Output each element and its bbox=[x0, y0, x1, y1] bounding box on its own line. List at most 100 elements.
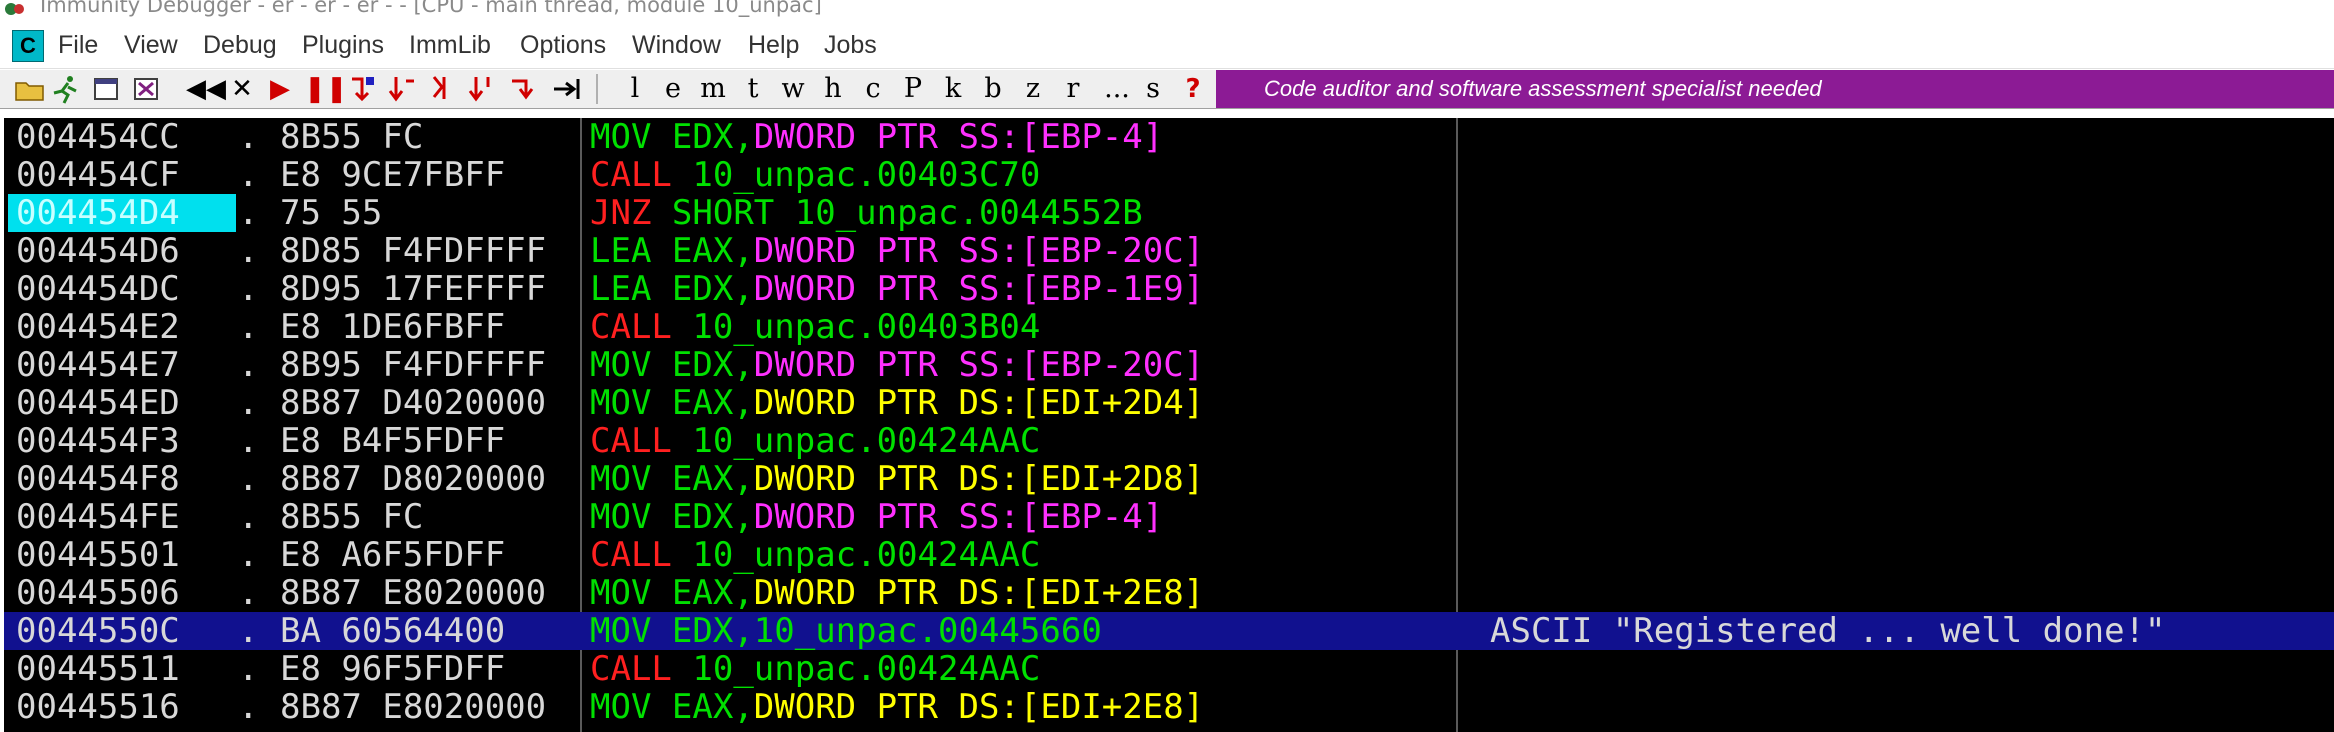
module-grid-icon[interactable] bbox=[130, 73, 162, 105]
help-icon[interactable]: ? bbox=[1180, 73, 1206, 105]
instruction-hex[interactable]: 8B87 D4020000 bbox=[280, 384, 546, 422]
instruction-disassembly[interactable]: CALL 10_unpac.00403C70 bbox=[590, 156, 1040, 194]
rewind-icon[interactable]: ◀◀ bbox=[186, 73, 226, 105]
disasm-row[interactable]: 0044550C. BA 60564400 MOV EDX,10_unpac.004… bbox=[4, 612, 2334, 650]
disasm-row[interactable]: 00445506. 8B87 E8020000 MOV EAX,DWORD PTR … bbox=[4, 574, 2334, 612]
disasm-row[interactable]: 00445501. E8 A6F5FDFF CALL 10_unpac.00424A… bbox=[4, 536, 2334, 574]
disasm-row[interactable]: 004454FE. 8B55 FC MOV EDX,DWORD PTR SS:[EB… bbox=[4, 498, 2334, 536]
instruction-hex[interactable]: 75 55 bbox=[280, 194, 382, 232]
disasm-row[interactable]: 004454F8. 8B87 D8020000 MOV EAX,DWORD PTR … bbox=[4, 460, 2334, 498]
instruction-address[interactable]: 004454DC bbox=[12, 270, 238, 308]
instruction-hex[interactable]: BA 60564400 bbox=[280, 612, 505, 650]
instruction-address[interactable]: 004454F3 bbox=[12, 422, 238, 460]
instruction-disassembly[interactable]: MOV EAX,DWORD PTR DS:[EDI+2E8] bbox=[590, 574, 1204, 612]
instruction-hex[interactable]: E8 A6F5FDFF bbox=[280, 536, 505, 574]
instruction-address[interactable]: 00445511 bbox=[12, 650, 238, 688]
disasm-row[interactable]: 004454CF. E8 9CE7FBFF CALL 10_unpac.00403C… bbox=[4, 156, 2334, 194]
toolbar-z-button[interactable]: z bbox=[1020, 73, 1046, 105]
menu-jobs[interactable]: Jobs bbox=[824, 31, 877, 60]
disasm-row[interactable]: 00445516. 8B87 E8020000 MOV EAX,DWORD PTR … bbox=[4, 688, 2334, 726]
toolbar-run-trace-button[interactable]: ... bbox=[1092, 73, 1142, 105]
instruction-disassembly[interactable]: CALL 10_unpac.00424AAC bbox=[590, 536, 1040, 574]
instruction-address[interactable]: 004454ED bbox=[12, 384, 238, 422]
close-icon[interactable]: ✕ bbox=[228, 73, 256, 105]
instruction-hex[interactable]: E8 1DE6FBFF bbox=[280, 308, 505, 346]
trace-over-icon[interactable] bbox=[466, 73, 498, 105]
menu-plugins[interactable]: Plugins bbox=[302, 31, 384, 60]
menu-file[interactable]: File bbox=[58, 31, 98, 60]
instruction-disassembly[interactable]: CALL 10_unpac.00403B04 bbox=[590, 308, 1040, 346]
instruction-hex[interactable]: 8B95 F4FDFFFF bbox=[280, 346, 546, 384]
instruction-disassembly[interactable]: LEA EDX,DWORD PTR SS:[EBP-1E9] bbox=[590, 270, 1204, 308]
toolbar-patches-button[interactable]: P bbox=[900, 73, 926, 105]
instruction-hex[interactable]: 8D95 17FEFFFF bbox=[280, 270, 546, 308]
disasm-row[interactable]: 004454D4. 75 55 JNZ SHORT 10_unpac.0044552… bbox=[4, 194, 2334, 232]
cpu-window-icon[interactable]: C bbox=[12, 30, 44, 62]
instruction-address[interactable]: 004454CF bbox=[12, 156, 238, 194]
disasm-row[interactable]: 004454F3. E8 B4F5FDFF CALL 10_unpac.00424A… bbox=[4, 422, 2334, 460]
menu-immlib[interactable]: ImmLib bbox=[409, 31, 491, 60]
instruction-address[interactable]: 004454E7 bbox=[12, 346, 238, 384]
instruction-address[interactable]: 00445506 bbox=[12, 574, 238, 612]
menu-options[interactable]: Options bbox=[520, 31, 606, 60]
instruction-address[interactable]: 004454F8 bbox=[12, 460, 238, 498]
disasm-row[interactable]: 004454E2. E8 1DE6FBFF CALL 10_unpac.00403B… bbox=[4, 308, 2334, 346]
toolbar-memory-button[interactable]: m bbox=[700, 73, 726, 105]
instruction-hex[interactable]: 8B87 E8020000 bbox=[280, 574, 546, 612]
instruction-disassembly[interactable]: MOV EAX,DWORD PTR DS:[EDI+2E8] bbox=[590, 688, 1204, 726]
menu-view[interactable]: View bbox=[124, 31, 178, 60]
toolbar-source-button[interactable]: s bbox=[1140, 73, 1166, 105]
goto-icon[interactable] bbox=[550, 73, 584, 105]
instruction-address[interactable]: 004454FE bbox=[12, 498, 238, 536]
close-window-icon[interactable] bbox=[90, 73, 122, 105]
toolbar-threads-button[interactable]: t bbox=[740, 73, 766, 105]
execute-till-return-icon[interactable] bbox=[506, 73, 538, 105]
menu-help[interactable]: Help bbox=[748, 31, 799, 60]
instruction-disassembly[interactable]: LEA EAX,DWORD PTR SS:[EBP-20C] bbox=[590, 232, 1204, 270]
instruction-hex[interactable]: 8B87 E8020000 bbox=[280, 688, 546, 726]
instruction-disassembly[interactable]: MOV EDX,DWORD PTR SS:[EBP-20C] bbox=[590, 346, 1204, 384]
disasm-row[interactable]: 00445511. E8 96F5FDFF CALL 10_unpac.00424A… bbox=[4, 650, 2334, 688]
instruction-address[interactable]: 00445501 bbox=[12, 536, 238, 574]
menu-window[interactable]: Window bbox=[632, 31, 721, 60]
instruction-hex[interactable]: E8 9CE7FBFF bbox=[280, 156, 505, 194]
restart-icon[interactable] bbox=[50, 73, 82, 105]
disasm-row[interactable]: 004454D6. 8D85 F4FDFFFF LEA EAX,DWORD PTR … bbox=[4, 232, 2334, 270]
instruction-disassembly[interactable]: MOV EDX,10_unpac.00445660 bbox=[590, 612, 1102, 650]
ad-banner[interactable]: Code auditor and software assessment spe… bbox=[1216, 70, 2334, 108]
instruction-disassembly[interactable]: JNZ SHORT 10_unpac.0044552B bbox=[590, 194, 1143, 232]
instruction-disassembly[interactable]: CALL 10_unpac.00424AAC bbox=[590, 650, 1040, 688]
instruction-address[interactable]: 00445516 bbox=[12, 688, 238, 726]
toolbar-handles-button[interactable]: h bbox=[820, 73, 846, 105]
toolbar-breakpoints-button[interactable]: b bbox=[980, 73, 1006, 105]
instruction-disassembly[interactable]: MOV EAX,DWORD PTR DS:[EDI+2D4] bbox=[590, 384, 1204, 422]
instruction-address[interactable]: 004454E2 bbox=[12, 308, 238, 346]
eip-address[interactable]: 004454D4 bbox=[8, 194, 236, 232]
toolbar-cpu-button[interactable]: c bbox=[860, 73, 886, 105]
disasm-row[interactable]: 004454DC. 8D95 17FEFFFF LEA EDX,DWORD PTR … bbox=[4, 270, 2334, 308]
instruction-address[interactable]: 004454CC bbox=[12, 118, 238, 156]
disasm-row[interactable]: 004454E7. 8B95 F4FDFFFF MOV EDX,DWORD PTR … bbox=[4, 346, 2334, 384]
disasm-row[interactable]: 004454CC. 8B55 FC MOV EDX,DWORD PTR SS:[EB… bbox=[4, 118, 2334, 156]
instruction-hex[interactable]: E8 B4F5FDFF bbox=[280, 422, 505, 460]
toolbar-windows-button[interactable]: w bbox=[780, 73, 806, 105]
toolbar-call-stack-button[interactable]: k bbox=[940, 73, 966, 105]
instruction-hex[interactable]: 8B87 D8020000 bbox=[280, 460, 546, 498]
instruction-hex[interactable]: 8B55 FC bbox=[280, 118, 423, 156]
open-folder-icon[interactable] bbox=[14, 73, 46, 105]
step-into-icon[interactable] bbox=[346, 73, 378, 105]
instruction-hex[interactable]: 8D85 F4FDFFFF bbox=[280, 232, 546, 270]
disasm-row[interactable]: 004454ED. 8B87 D4020000 MOV EAX,DWORD PTR … bbox=[4, 384, 2334, 422]
disassembly-listing[interactable]: 004454CC. 8B55 FC MOV EDX,DWORD PTR SS:[EB… bbox=[4, 118, 2334, 732]
instruction-address[interactable]: 0044550C bbox=[12, 612, 238, 650]
toolbar-log-button[interactable]: l bbox=[622, 73, 648, 105]
pause-icon[interactable]: ❚❚ bbox=[304, 73, 348, 105]
instruction-hex[interactable]: 8B55 FC bbox=[280, 498, 423, 536]
instruction-disassembly[interactable]: MOV EAX,DWORD PTR DS:[EDI+2D8] bbox=[590, 460, 1204, 498]
step-over-icon[interactable] bbox=[386, 73, 418, 105]
instruction-disassembly[interactable]: MOV EDX,DWORD PTR SS:[EBP-4] bbox=[590, 118, 1163, 156]
run-icon[interactable]: ▶ bbox=[266, 73, 294, 105]
instruction-disassembly[interactable]: CALL 10_unpac.00424AAC bbox=[590, 422, 1040, 460]
instruction-disassembly[interactable]: MOV EDX,DWORD PTR SS:[EBP-4] bbox=[590, 498, 1163, 536]
instruction-address[interactable]: 004454D6 bbox=[12, 232, 238, 270]
